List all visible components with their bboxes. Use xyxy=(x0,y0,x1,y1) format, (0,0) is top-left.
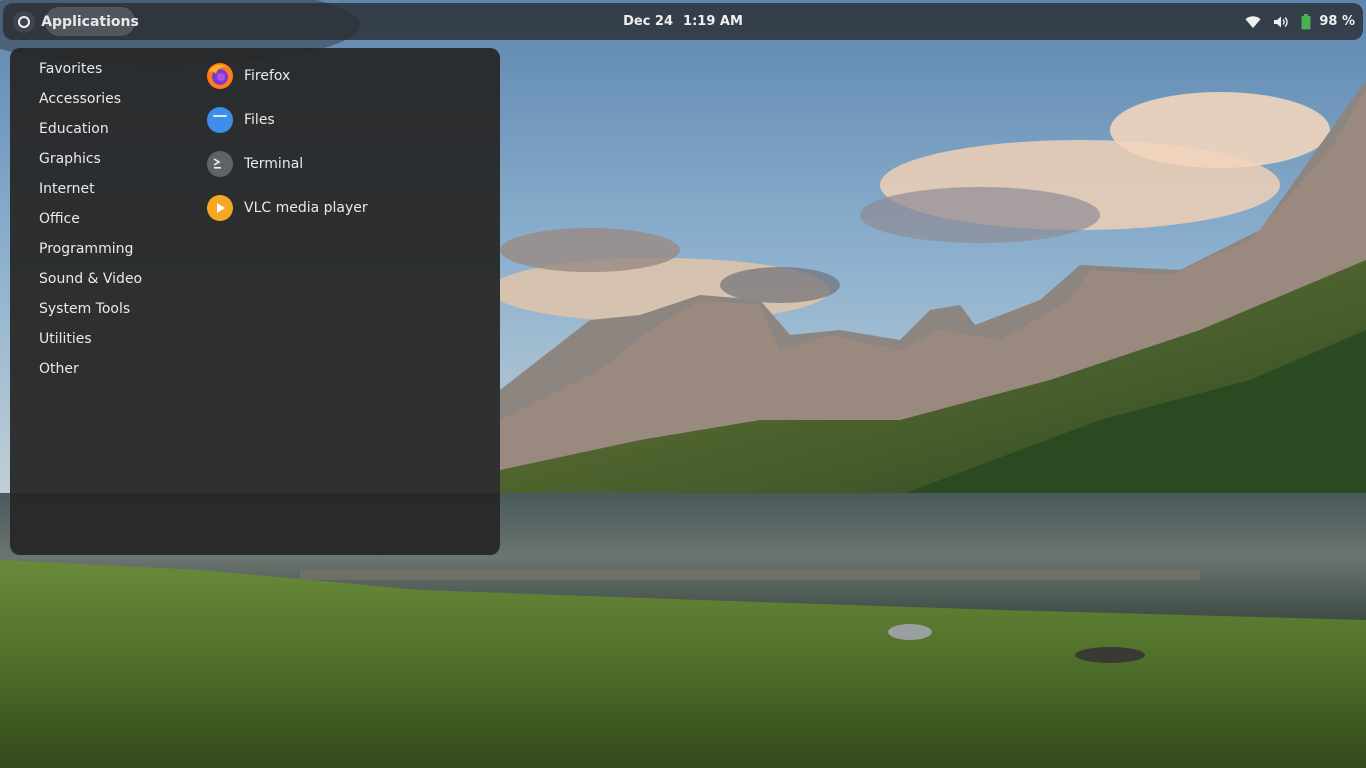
category-accessories[interactable]: Accessories xyxy=(10,84,200,114)
app-item-terminal[interactable]: Terminal xyxy=(206,142,496,186)
app-label: Firefox xyxy=(244,68,291,84)
app-item-vlc[interactable]: VLC media player xyxy=(206,186,496,230)
system-tray[interactable]: 98 % xyxy=(1245,3,1355,40)
terminal-icon xyxy=(206,150,234,178)
battery-icon xyxy=(1301,13,1311,30)
applications-menu-button[interactable]: Applications xyxy=(41,7,139,36)
app-item-files[interactable]: Files xyxy=(206,98,496,142)
wifi-icon xyxy=(1245,15,1261,29)
volume-icon xyxy=(1273,15,1289,29)
top-panel: Applications Dec 24 1:19 AM 98 % xyxy=(3,3,1363,40)
app-label: Files xyxy=(244,112,275,128)
date-label: Dec 24 xyxy=(623,14,674,29)
date-time-menu[interactable]: Dec 24 1:19 AM xyxy=(603,3,763,40)
category-list: Favorites Accessories Education Graphics… xyxy=(10,54,200,384)
app-list: Firefox Files Terminal VLC media player xyxy=(206,54,496,230)
category-other[interactable]: Other xyxy=(10,354,200,384)
time-label: 1:19 AM xyxy=(683,14,743,29)
category-internet[interactable]: Internet xyxy=(10,174,200,204)
category-programming[interactable]: Programming xyxy=(10,234,200,264)
app-label: Terminal xyxy=(244,156,304,172)
category-education[interactable]: Education xyxy=(10,114,200,144)
applications-menu: Favorites Accessories Education Graphics… xyxy=(10,48,500,555)
activities-button[interactable] xyxy=(13,11,35,33)
category-office[interactable]: Office xyxy=(10,204,200,234)
files-icon xyxy=(206,106,234,134)
category-sound-video[interactable]: Sound & Video xyxy=(10,264,200,294)
category-graphics[interactable]: Graphics xyxy=(10,144,200,174)
vlc-icon xyxy=(206,194,234,222)
category-utilities[interactable]: Utilities xyxy=(10,324,200,354)
app-item-firefox[interactable]: Firefox xyxy=(206,54,496,98)
activities-icon xyxy=(18,16,30,28)
app-label: VLC media player xyxy=(244,200,368,216)
firefox-icon xyxy=(206,62,234,90)
battery-percentage: 98 % xyxy=(1319,14,1355,29)
category-system-tools[interactable]: System Tools xyxy=(10,294,200,324)
category-favorites[interactable]: Favorites xyxy=(10,54,200,84)
